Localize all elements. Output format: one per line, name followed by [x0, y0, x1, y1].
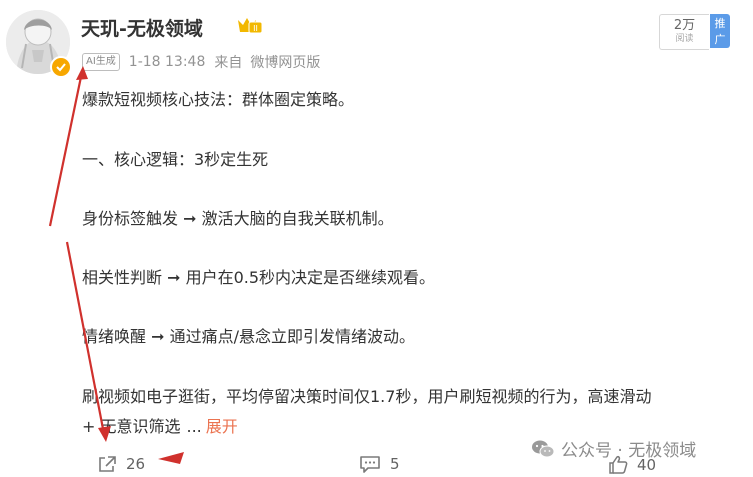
vip-level-label: II: [253, 24, 258, 33]
share-count: 26: [126, 455, 146, 473]
ellipsis: ...: [186, 417, 202, 436]
promote-button[interactable]: 推广: [710, 14, 730, 48]
author-name[interactable]: 天玑-无极领域: [81, 14, 203, 41]
post-source: 微博网页版: [250, 55, 321, 71]
comment-button[interactable]: 5: [359, 455, 400, 473]
post-line: 情绪唤醒 ➞ 通过痛点/悬念立即引发情绪波动。: [82, 327, 415, 346]
source-prefix: 来自: [214, 55, 243, 71]
read-count: 2万: [673, 18, 696, 33]
like-button[interactable]: 40: [608, 455, 656, 475]
verified-badge-icon: [50, 56, 72, 78]
comment-icon: [360, 456, 380, 473]
share-icon: [99, 456, 116, 472]
post-line-last: + 无意识筛选... 展开: [82, 415, 238, 438]
post-meta: AI生成 1-18 13:48 来自 微博网页版: [82, 52, 320, 72]
post-line: 刷视频如电子逛街，平均停留决策时间仅1.7秒，用户刷短视频的行为，高速滑动: [82, 387, 652, 406]
ai-generated-tag: AI生成: [82, 53, 120, 71]
like-count: 40: [637, 456, 657, 474]
expand-link[interactable]: 展开: [206, 417, 238, 436]
read-count-box: 2万 阅读: [659, 14, 709, 50]
read-count-label: 阅读: [675, 34, 694, 44]
thumbs-up-icon: [609, 456, 628, 474]
share-button[interactable]: 26: [97, 455, 145, 473]
comment-count: 5: [390, 455, 400, 473]
vip-crown-icon[interactable]: II: [236, 16, 264, 36]
post-line: + 无意识筛选: [82, 417, 181, 436]
action-bar: 26 5 40: [0, 453, 753, 477]
post-line: 爆款短视频核心技法：群体圈定策略。: [82, 90, 355, 109]
post-time[interactable]: 1-18 13:48: [129, 54, 206, 70]
post-line: 相关性判断 ➞ 用户在0.5秒内决定是否继续观看。: [82, 268, 436, 287]
post-line: 一、核心逻辑：3秒定生死: [82, 150, 269, 169]
post-line: 身份标签触发 ➞ 激活大脑的自我关联机制。: [82, 209, 394, 228]
